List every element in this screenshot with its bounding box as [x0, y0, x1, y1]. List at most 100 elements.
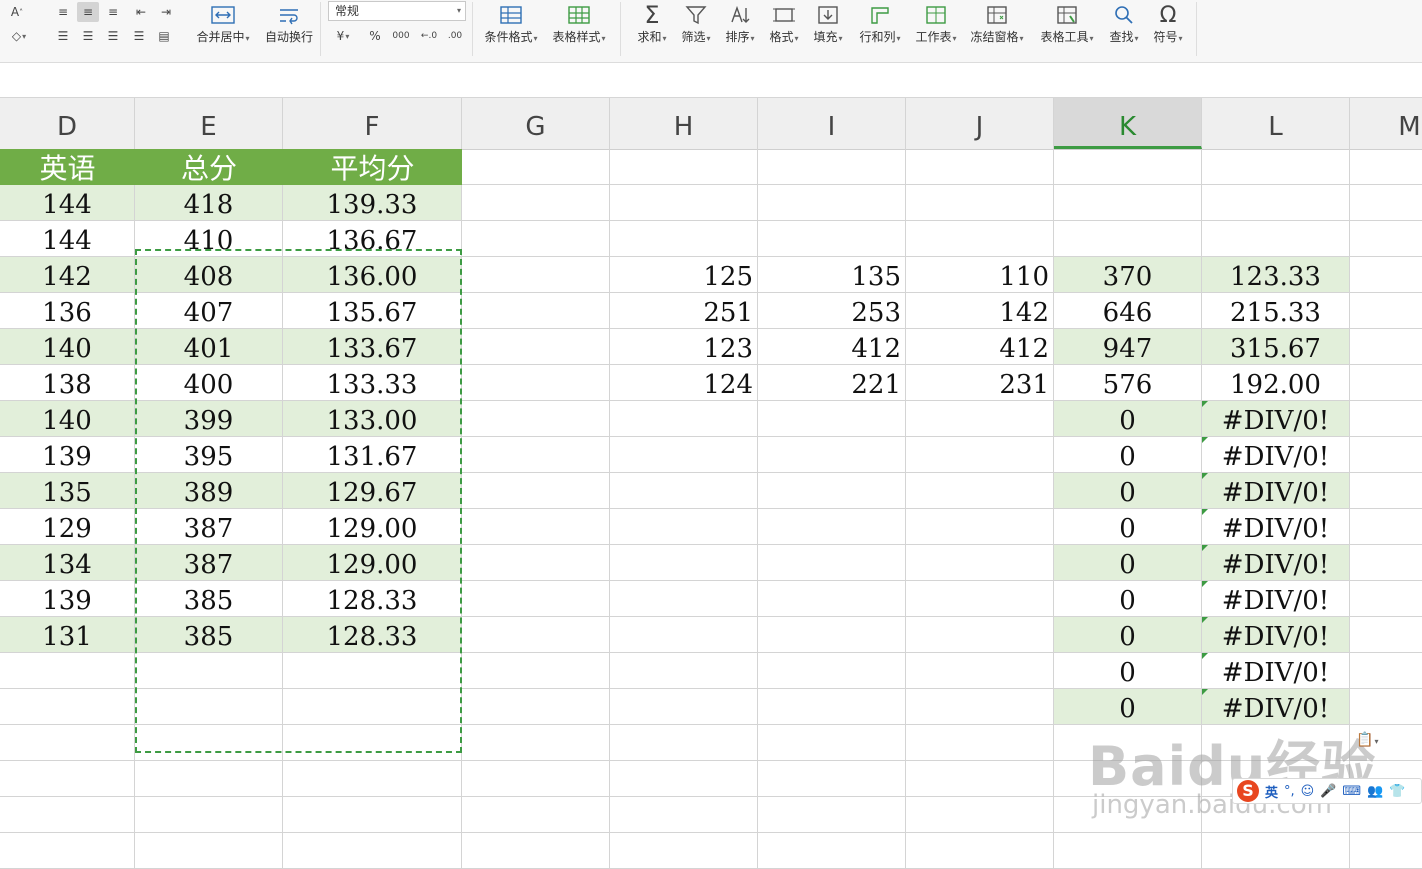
- cell-e[interactable]: 408: [135, 257, 283, 293]
- cell-j[interactable]: [906, 797, 1054, 833]
- cell-j[interactable]: [906, 653, 1054, 689]
- cell-k[interactable]: 646: [1054, 293, 1202, 329]
- cell-d[interactable]: 136: [0, 293, 135, 329]
- cell-d[interactable]: 144: [0, 185, 135, 221]
- cell-f[interactable]: 128.33: [283, 617, 462, 653]
- cell-k[interactable]: 576: [1054, 365, 1202, 401]
- percent-button[interactable]: %: [364, 26, 386, 46]
- column-header-l[interactable]: L: [1202, 98, 1350, 149]
- cell-e[interactable]: [135, 761, 283, 797]
- cell-l[interactable]: #DIV/0!: [1202, 509, 1350, 545]
- justify-icon[interactable]: ☰: [128, 26, 150, 46]
- cell-f[interactable]: 129.00: [283, 545, 462, 581]
- cell-i[interactable]: 221: [758, 365, 906, 401]
- column-header-g[interactable]: G: [462, 98, 610, 149]
- merge-center-button[interactable]: 合并居中▾: [190, 0, 256, 46]
- cell-d[interactable]: 142: [0, 257, 135, 293]
- cell-m[interactable]: [1350, 185, 1422, 221]
- cell-k[interactable]: 0: [1054, 401, 1202, 437]
- cell-m[interactable]: [1350, 365, 1422, 401]
- cell-h[interactable]: [610, 617, 758, 653]
- cell-i[interactable]: [758, 689, 906, 725]
- cell-l[interactable]: [1202, 833, 1350, 869]
- cell-i[interactable]: [758, 473, 906, 509]
- cell-h[interactable]: 251: [610, 293, 758, 329]
- cell-d[interactable]: 138: [0, 365, 135, 401]
- table-tools-button[interactable]: 表格工具▾: [1036, 0, 1098, 46]
- column-header-d[interactable]: D: [0, 98, 135, 149]
- cell-f[interactable]: 139.33: [283, 185, 462, 221]
- align-bottom-icon[interactable]: ≡: [102, 2, 124, 22]
- cell-m[interactable]: [1350, 545, 1422, 581]
- cell-j[interactable]: [906, 725, 1054, 761]
- cell-m[interactable]: [1350, 149, 1422, 185]
- cell-g[interactable]: [462, 221, 610, 257]
- cell-h[interactable]: [610, 761, 758, 797]
- cell-f[interactable]: [283, 833, 462, 869]
- cell-g[interactable]: [462, 365, 610, 401]
- cell-d[interactable]: 139: [0, 437, 135, 473]
- cell-i[interactable]: [758, 581, 906, 617]
- cell-f[interactable]: [283, 761, 462, 797]
- cell-e[interactable]: [135, 653, 283, 689]
- cell-e[interactable]: 418: [135, 185, 283, 221]
- cell-f[interactable]: [283, 797, 462, 833]
- cell-i[interactable]: [758, 617, 906, 653]
- cell-g[interactable]: [462, 545, 610, 581]
- header-cell-f[interactable]: 平均分: [283, 149, 462, 185]
- cell-m[interactable]: [1350, 329, 1422, 365]
- cell-g[interactable]: [462, 509, 610, 545]
- cell-j[interactable]: [906, 221, 1054, 257]
- distribute-icon[interactable]: ▤: [153, 26, 175, 46]
- cell-e[interactable]: [135, 725, 283, 761]
- emoji-icon[interactable]: ☺: [1301, 784, 1315, 799]
- cell-d[interactable]: [0, 653, 135, 689]
- cell-f[interactable]: 133.00: [283, 401, 462, 437]
- cell-g[interactable]: [462, 149, 610, 185]
- cell-e[interactable]: [135, 833, 283, 869]
- cell-k[interactable]: [1054, 761, 1202, 797]
- cell-f[interactable]: 133.67: [283, 329, 462, 365]
- sort-button[interactable]: 排序▾: [720, 0, 760, 46]
- cell-k[interactable]: 0: [1054, 653, 1202, 689]
- cell-k[interactable]: 0: [1054, 617, 1202, 653]
- cell-k[interactable]: [1054, 221, 1202, 257]
- cell-h[interactable]: [610, 833, 758, 869]
- ime-mode-label[interactable]: 英: [1265, 782, 1278, 801]
- paste-options-icon[interactable]: 📋▾: [1356, 732, 1384, 750]
- cell-h[interactable]: [610, 221, 758, 257]
- cell-k[interactable]: 370: [1054, 257, 1202, 293]
- cell-j[interactable]: [906, 509, 1054, 545]
- cell-k[interactable]: 0: [1054, 509, 1202, 545]
- cell-g[interactable]: [462, 761, 610, 797]
- cell-j[interactable]: [906, 581, 1054, 617]
- cell-i[interactable]: [758, 797, 906, 833]
- column-header-j[interactable]: J: [906, 98, 1054, 149]
- user-icon[interactable]: 👥: [1367, 784, 1383, 799]
- cell-g[interactable]: [462, 437, 610, 473]
- cell-d[interactable]: [0, 689, 135, 725]
- cell-e[interactable]: [135, 797, 283, 833]
- cell-f[interactable]: 128.33: [283, 581, 462, 617]
- cell-e[interactable]: 387: [135, 545, 283, 581]
- cell-m[interactable]: [1350, 437, 1422, 473]
- cell-m[interactable]: [1350, 473, 1422, 509]
- cell-e[interactable]: 387: [135, 509, 283, 545]
- cell-h[interactable]: [610, 437, 758, 473]
- cell-h[interactable]: [610, 545, 758, 581]
- cell-i[interactable]: [758, 761, 906, 797]
- cell-f[interactable]: 135.67: [283, 293, 462, 329]
- cell-m[interactable]: [1350, 401, 1422, 437]
- cell-h[interactable]: [610, 149, 758, 185]
- formula-bar-area[interactable]: [0, 63, 1422, 98]
- increase-decimal-button[interactable]: ←.0: [418, 26, 440, 46]
- cell-e[interactable]: 389: [135, 473, 283, 509]
- cell-d[interactable]: 140: [0, 329, 135, 365]
- cell-j[interactable]: 110: [906, 257, 1054, 293]
- cell-j[interactable]: [906, 545, 1054, 581]
- filter-button[interactable]: 筛选▾: [676, 0, 716, 46]
- cell-m[interactable]: [1350, 221, 1422, 257]
- eraser-icon[interactable]: ◇ ▾: [8, 26, 30, 46]
- cell-k[interactable]: 0: [1054, 689, 1202, 725]
- fill-button[interactable]: 填充▾: [808, 0, 848, 46]
